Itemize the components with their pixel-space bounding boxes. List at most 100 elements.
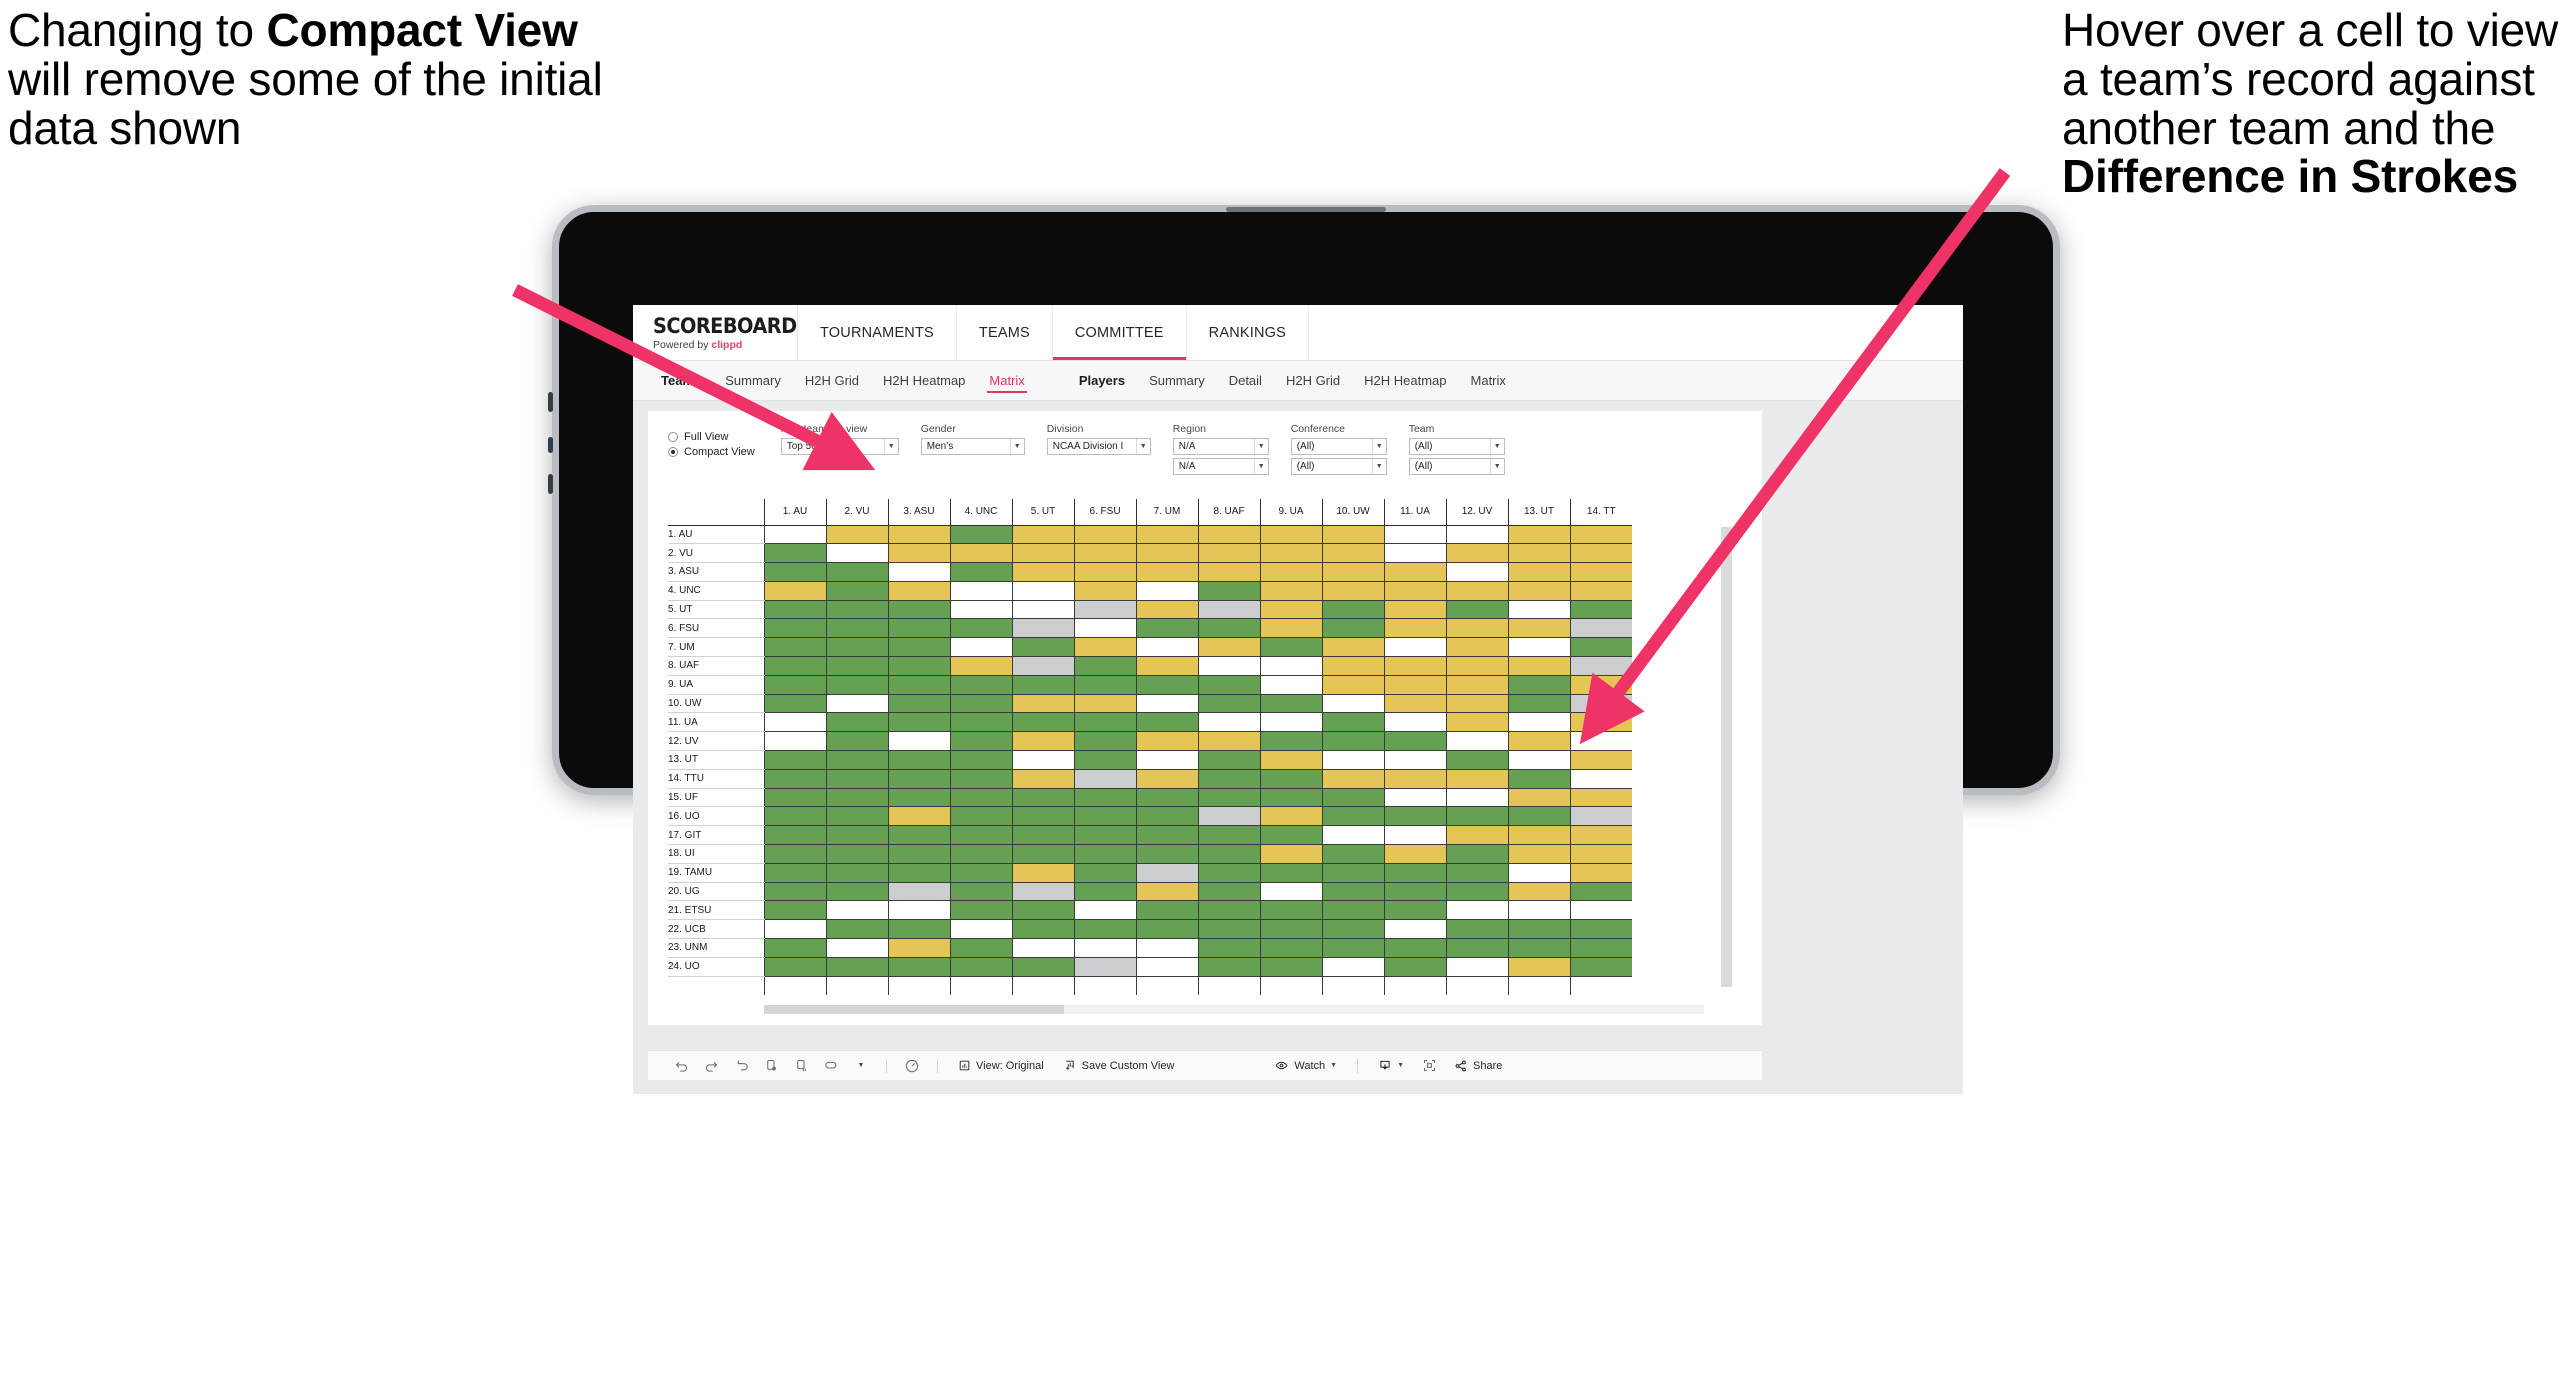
matrix-cell[interactable] xyxy=(1259,900,1322,921)
matrix-cell[interactable] xyxy=(1507,600,1570,620)
matrix-cell[interactable] xyxy=(1445,863,1508,883)
matrix-cell[interactable] xyxy=(887,825,950,846)
matrix-cell[interactable] xyxy=(1569,581,1632,601)
matrix-cell[interactable] xyxy=(1011,863,1074,883)
matrix-cell[interactable] xyxy=(1445,882,1508,902)
subnav-players-matrix[interactable]: Matrix xyxy=(1459,361,1518,401)
matrix-cell[interactable] xyxy=(1259,844,1322,864)
matrix-cell[interactable] xyxy=(1569,731,1632,752)
matrix-row-header[interactable]: 13. UT xyxy=(668,750,764,770)
matrix-cell[interactable] xyxy=(1135,882,1198,902)
matrix-cell[interactable] xyxy=(763,712,826,733)
matrix-cell[interactable] xyxy=(1135,844,1198,864)
matrix-cell[interactable] xyxy=(1569,656,1632,676)
matrix-cell[interactable] xyxy=(825,750,888,770)
matrix-cell[interactable] xyxy=(1259,957,1322,977)
matrix-cell[interactable] xyxy=(763,788,826,808)
matrix-cell[interactable] xyxy=(1445,900,1508,921)
matrix-cell[interactable] xyxy=(1135,581,1198,601)
matrix-cell[interactable] xyxy=(763,844,826,864)
matrix-cell[interactable] xyxy=(1073,957,1136,977)
matrix-col-header[interactable]: 5. UT xyxy=(1011,499,1074,526)
matrix-cell[interactable] xyxy=(825,581,888,601)
matrix-cell[interactable] xyxy=(763,543,826,564)
matrix-cell[interactable] xyxy=(949,581,1012,601)
matrix-cell[interactable] xyxy=(1569,806,1632,827)
matrix-cell[interactable] xyxy=(825,825,888,846)
matrix-cell[interactable] xyxy=(1383,731,1446,752)
subnav-teams-h2h-heatmap[interactable]: H2H Heatmap xyxy=(871,361,977,401)
filter-division-select[interactable]: NCAA Division I ▼ xyxy=(1046,438,1151,455)
matrix-cell[interactable] xyxy=(1011,919,1074,940)
matrix-cell[interactable] xyxy=(1569,769,1632,789)
matrix-cell[interactable] xyxy=(1321,900,1384,921)
matrix-cell[interactable] xyxy=(1073,675,1136,695)
matrix-cell[interactable] xyxy=(763,900,826,921)
matrix-row-header[interactable]: 2. VU xyxy=(668,543,764,564)
matrix-cell[interactable] xyxy=(1197,600,1260,620)
matrix-row-header[interactable]: 22. UCB xyxy=(668,919,764,940)
matrix-cell[interactable] xyxy=(1507,863,1570,883)
matrix-cell[interactable] xyxy=(1507,562,1570,582)
matrix-cell[interactable] xyxy=(887,694,950,714)
matrix-cell[interactable] xyxy=(1321,618,1384,639)
matrix-cell[interactable] xyxy=(1569,637,1632,658)
matrix-cell[interactable] xyxy=(1569,750,1632,770)
matrix-cell[interactable] xyxy=(949,712,1012,733)
matrix-cell[interactable] xyxy=(887,900,950,921)
matrix-cell[interactable] xyxy=(1321,525,1384,545)
matrix-cell[interactable] xyxy=(1259,675,1322,695)
matrix-cell[interactable] xyxy=(1383,919,1446,940)
matrix-cell[interactable] xyxy=(763,731,826,752)
subnav-players-h2h-grid[interactable]: H2H Grid xyxy=(1274,361,1352,401)
matrix-cell[interactable] xyxy=(1011,543,1074,564)
matrix-cell[interactable] xyxy=(1507,694,1570,714)
filter-team-select-1[interactable]: (All) ▼ xyxy=(1408,438,1505,455)
matrix-cell[interactable] xyxy=(1073,731,1136,752)
matrix-cell[interactable] xyxy=(1259,919,1322,940)
matrix-cell[interactable] xyxy=(1135,731,1198,752)
matrix-cell[interactable] xyxy=(1073,788,1136,808)
matrix-cell[interactable] xyxy=(1073,618,1136,639)
matrix-cell[interactable] xyxy=(825,712,888,733)
matrix-cell[interactable] xyxy=(1011,581,1074,601)
matrix-cell[interactable] xyxy=(1259,581,1322,601)
matrix-cell[interactable] xyxy=(1507,712,1570,733)
matrix-cell[interactable] xyxy=(1507,806,1570,827)
matrix-cell[interactable] xyxy=(887,882,950,902)
matrix-cell[interactable] xyxy=(887,581,950,601)
matrix-row-header[interactable]: 1. AU xyxy=(668,525,764,545)
matrix-cell[interactable] xyxy=(949,525,1012,545)
matrix-cell[interactable] xyxy=(949,825,1012,846)
capsule-dropdown-caret-icon[interactable]: ▼ xyxy=(846,1051,876,1081)
matrix-cell[interactable] xyxy=(1073,712,1136,733)
matrix-cell[interactable] xyxy=(949,543,1012,564)
matrix-cell[interactable] xyxy=(1135,543,1198,564)
matrix-cell[interactable] xyxy=(1569,957,1632,977)
matrix-cell[interactable] xyxy=(1197,543,1260,564)
matrix-cell[interactable] xyxy=(1135,637,1198,658)
matrix-cell[interactable] xyxy=(763,806,826,827)
matrix-cell[interactable] xyxy=(825,769,888,789)
undo-icon[interactable] xyxy=(666,1051,696,1081)
matrix-cell[interactable] xyxy=(1321,600,1384,620)
matrix-cell[interactable] xyxy=(1445,731,1508,752)
matrix-row-header[interactable]: 7. UM xyxy=(668,637,764,658)
matrix-cell[interactable] xyxy=(1259,938,1322,958)
matrix-cell[interactable] xyxy=(1197,788,1260,808)
matrix-cell[interactable] xyxy=(825,600,888,620)
matrix-cell[interactable] xyxy=(1445,694,1508,714)
matrix-cell[interactable] xyxy=(1321,919,1384,940)
matrix-cell[interactable] xyxy=(825,863,888,883)
matrix-cell[interactable] xyxy=(1507,525,1570,545)
matrix-row-header[interactable]: 24. UO xyxy=(668,957,764,977)
matrix-cell[interactable] xyxy=(763,600,826,620)
matrix-cell[interactable] xyxy=(949,806,1012,827)
matrix-cell[interactable] xyxy=(1135,675,1198,695)
matrix-cell[interactable] xyxy=(1135,938,1198,958)
matrix-cell[interactable] xyxy=(887,675,950,695)
matrix-cell[interactable] xyxy=(1507,844,1570,864)
matrix-cell[interactable] xyxy=(1011,957,1074,977)
matrix-cell[interactable] xyxy=(763,957,826,977)
matrix-cell[interactable] xyxy=(1321,694,1384,714)
